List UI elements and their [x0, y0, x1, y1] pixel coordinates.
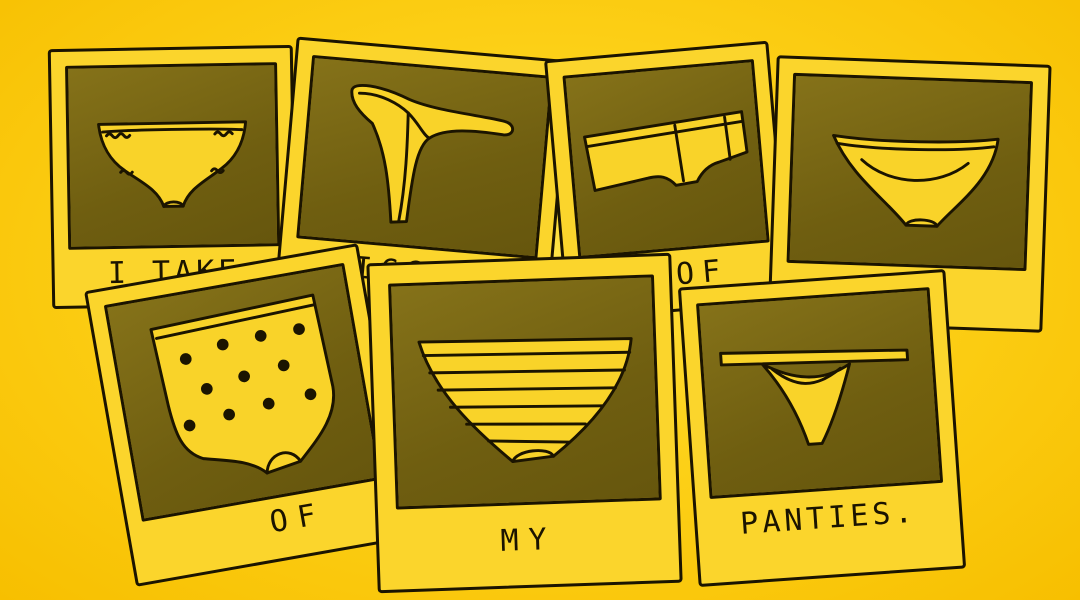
polaroid-6: MY [366, 252, 683, 594]
illustration-canvas: I TAKE PICS OF [0, 0, 1080, 600]
polaroid-7: PANTIES. [677, 269, 967, 587]
photo-3 [562, 59, 770, 260]
photo-1 [65, 62, 281, 250]
striped-briefs-icon [417, 337, 633, 464]
lace-briefs-icon [97, 120, 248, 208]
polaroid-5: OF [84, 243, 410, 587]
photo-5 [103, 262, 383, 522]
photo-6 [388, 274, 662, 510]
photo-7 [696, 287, 944, 500]
thong-icon [350, 83, 515, 224]
photo-2 [296, 54, 554, 260]
boyshorts-icon [583, 110, 749, 192]
photo-4 [786, 72, 1034, 272]
caption-7: PANTIES. [739, 494, 918, 542]
polka-dot-briefs-icon [149, 293, 336, 475]
bikini-briefs-icon [832, 133, 1000, 228]
string-thong-icon [719, 348, 910, 446]
caption-6: MY [499, 521, 558, 559]
